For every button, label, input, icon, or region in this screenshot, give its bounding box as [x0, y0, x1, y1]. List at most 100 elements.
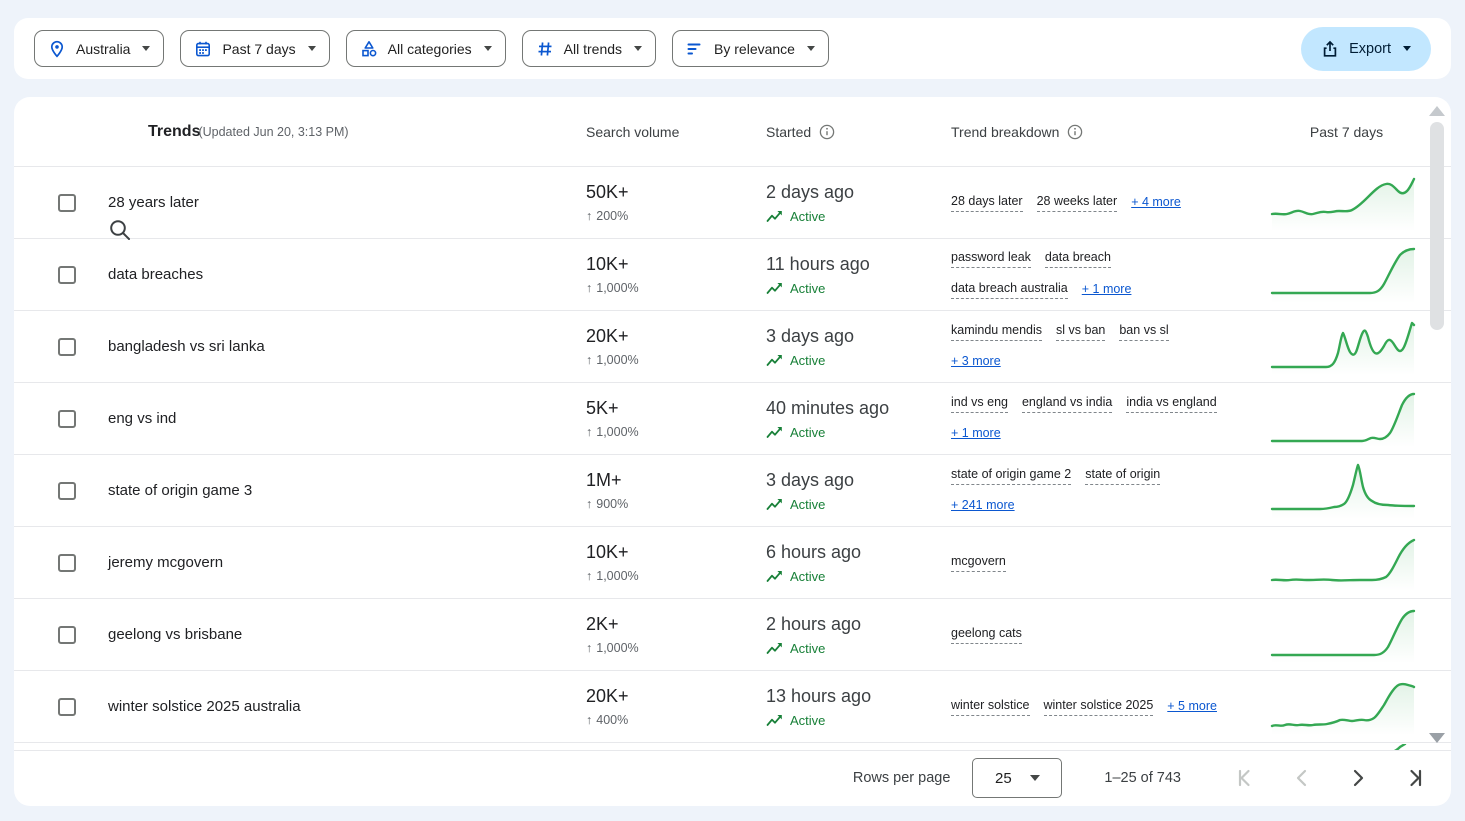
trend-title[interactable]: data breaches: [108, 266, 203, 283]
breakdown-more-link[interactable]: + 5 more: [1167, 699, 1217, 715]
search-volume-value: 20K+: [586, 686, 766, 707]
breakdown-term-link[interactable]: ban vs sl: [1119, 323, 1168, 341]
category-filter-chip[interactable]: All categories: [346, 30, 506, 67]
row-checkbox[interactable]: [58, 698, 76, 716]
row-checkbox[interactable]: [58, 410, 76, 428]
increase-arrow-icon: ↑: [586, 281, 592, 295]
breakdown-more-link[interactable]: + 1 more: [1082, 282, 1132, 298]
trend-title[interactable]: eng vs ind: [108, 410, 176, 427]
breakdown-terms: ind vs eng england vs india india vs engla…: [951, 395, 1217, 442]
search-icon: [108, 218, 132, 242]
breakdown-term-link[interactable]: 28 days later: [951, 194, 1023, 212]
breakdown-terms: mcgovern: [951, 554, 1217, 572]
row-checkbox[interactable]: [58, 338, 76, 356]
breakdown-term-link[interactable]: england vs india: [1022, 395, 1112, 413]
trending-up-icon: [766, 426, 783, 439]
breakdown-terms: winter solstice winter solstice 2025 + 5 m…: [951, 698, 1217, 716]
breakdown-more-link[interactable]: + 4 more: [1131, 195, 1181, 211]
sparkline-chart: [1270, 607, 1416, 663]
first-page-button[interactable]: [1233, 765, 1259, 791]
breakdown-term-link[interactable]: data breach australia: [951, 281, 1068, 299]
sparkline-chart: [1270, 535, 1416, 591]
started-time: 13 hours ago: [766, 686, 951, 707]
table-row: geelong vs brisbane 2K+ ↑ 1,000% 2 hours…: [14, 598, 1451, 670]
table-title: Trends: [148, 123, 200, 141]
previous-page-button[interactable]: [1289, 765, 1315, 791]
filter-bar: Australia Past 7 days: [14, 18, 1451, 79]
location-pin-icon: [48, 40, 66, 58]
sparkline-fill: [1272, 465, 1414, 519]
scrollbar-up-arrow-icon[interactable]: [1429, 106, 1445, 116]
table-header-row: Trends (Updated Jun 20, 3:13 PM) Search …: [14, 97, 1451, 166]
table-row: 28 years later 50K+ ↑ 200% 2 days ago Ac…: [14, 166, 1451, 238]
table-row: eng vs ind 5K+ ↑ 1,000% 40 minutes ago A…: [14, 382, 1451, 454]
chevron-down-icon: [807, 46, 815, 51]
table-row: jeremy mcgovern 10K+ ↑ 1,000% 6 hours ag…: [14, 526, 1451, 598]
trend-title[interactable]: jeremy mcgovern: [108, 554, 223, 571]
sort-filter-chip[interactable]: By relevance: [672, 30, 829, 67]
trend-type-filter-chip[interactable]: All trends: [522, 30, 656, 67]
breakdown-term-link[interactable]: state of origin: [1085, 467, 1160, 485]
filter-chips: Australia Past 7 days: [34, 30, 829, 67]
breakdown-more-link[interactable]: + 1 more: [951, 426, 1001, 442]
trending-up-icon: [766, 210, 783, 223]
hash-icon: [536, 40, 554, 58]
status-label: Active: [790, 569, 825, 584]
breakdown-more-link[interactable]: + 3 more: [951, 354, 1001, 370]
row-checkbox[interactable]: [58, 194, 76, 212]
last-page-button[interactable]: [1401, 765, 1427, 791]
search-volume-change: 1,000%: [596, 281, 638, 295]
breakdown-term-link[interactable]: geelong cats: [951, 626, 1022, 644]
info-icon[interactable]: [819, 124, 835, 140]
row-checkbox[interactable]: [58, 626, 76, 644]
sparkline-chart: [1270, 175, 1416, 231]
table-row: data breaches 10K+ ↑ 1,000% 11 hours ago…: [14, 238, 1451, 310]
breakdown-term-link[interactable]: sl vs ban: [1056, 323, 1105, 341]
breakdown-term-link[interactable]: data breach: [1045, 250, 1111, 268]
category-filter-label: All categories: [388, 41, 472, 57]
rows-per-page-select[interactable]: 25: [972, 758, 1062, 798]
row-checkbox[interactable]: [58, 554, 76, 572]
breakdown-term-link[interactable]: kamindu mendis: [951, 323, 1042, 341]
breakdown-term-link[interactable]: state of origin game 2: [951, 467, 1071, 485]
sort-icon: [686, 40, 704, 58]
trend-rows: 28 years later 50K+ ↑ 200% 2 days ago Ac…: [14, 166, 1451, 742]
sparkline-chart: [1270, 391, 1416, 447]
sparkline-chart: [1270, 247, 1416, 303]
breakdown-term-link[interactable]: india vs england: [1126, 395, 1216, 413]
chevron-down-icon: [484, 46, 492, 51]
info-icon[interactable]: [1067, 124, 1083, 140]
time-range-filter-chip[interactable]: Past 7 days: [180, 30, 329, 67]
trends-table-card: Trends (Updated Jun 20, 3:13 PM) Search …: [14, 97, 1451, 806]
breakdown-term-link[interactable]: ind vs eng: [951, 395, 1008, 413]
trend-title[interactable]: 28 years later: [108, 194, 199, 211]
search-button[interactable]: [108, 216, 136, 244]
trending-up-icon: [766, 282, 783, 295]
breakdown-more-link[interactable]: + 241 more: [951, 498, 1015, 514]
search-volume-change: 400%: [596, 713, 628, 727]
location-filter-label: Australia: [76, 41, 130, 57]
increase-arrow-icon: ↑: [586, 713, 592, 727]
breakdown-term-link[interactable]: winter solstice: [951, 698, 1030, 716]
search-volume-value: 50K+: [586, 182, 766, 203]
breakdown-term-link[interactable]: password leak: [951, 250, 1031, 268]
breakdown-term-link[interactable]: winter solstice 2025: [1044, 698, 1154, 716]
trend-title[interactable]: bangladesh vs sri lanka: [108, 338, 265, 355]
scrollbar-thumb[interactable]: [1430, 122, 1444, 330]
breakdown-term-link[interactable]: 28 weeks later: [1037, 194, 1118, 212]
column-header-started: Started: [766, 124, 951, 140]
table-row: state of origin game 3 1M+ ↑ 900% 3 days…: [14, 454, 1451, 526]
location-filter-chip[interactable]: Australia: [34, 30, 164, 67]
trend-title[interactable]: state of origin game 3: [108, 482, 252, 499]
started-time: 11 hours ago: [766, 254, 951, 275]
row-checkbox[interactable]: [58, 266, 76, 284]
trend-title[interactable]: winter solstice 2025 australia: [108, 698, 301, 715]
search-volume-change: 200%: [596, 209, 628, 223]
scrollbar-down-arrow-icon[interactable]: [1429, 733, 1445, 743]
partial-next-row: [14, 742, 1451, 751]
export-button[interactable]: Export: [1301, 27, 1431, 71]
row-checkbox[interactable]: [58, 482, 76, 500]
next-page-button[interactable]: [1345, 765, 1371, 791]
trend-title[interactable]: geelong vs brisbane: [108, 626, 242, 643]
breakdown-term-link[interactable]: mcgovern: [951, 554, 1006, 572]
